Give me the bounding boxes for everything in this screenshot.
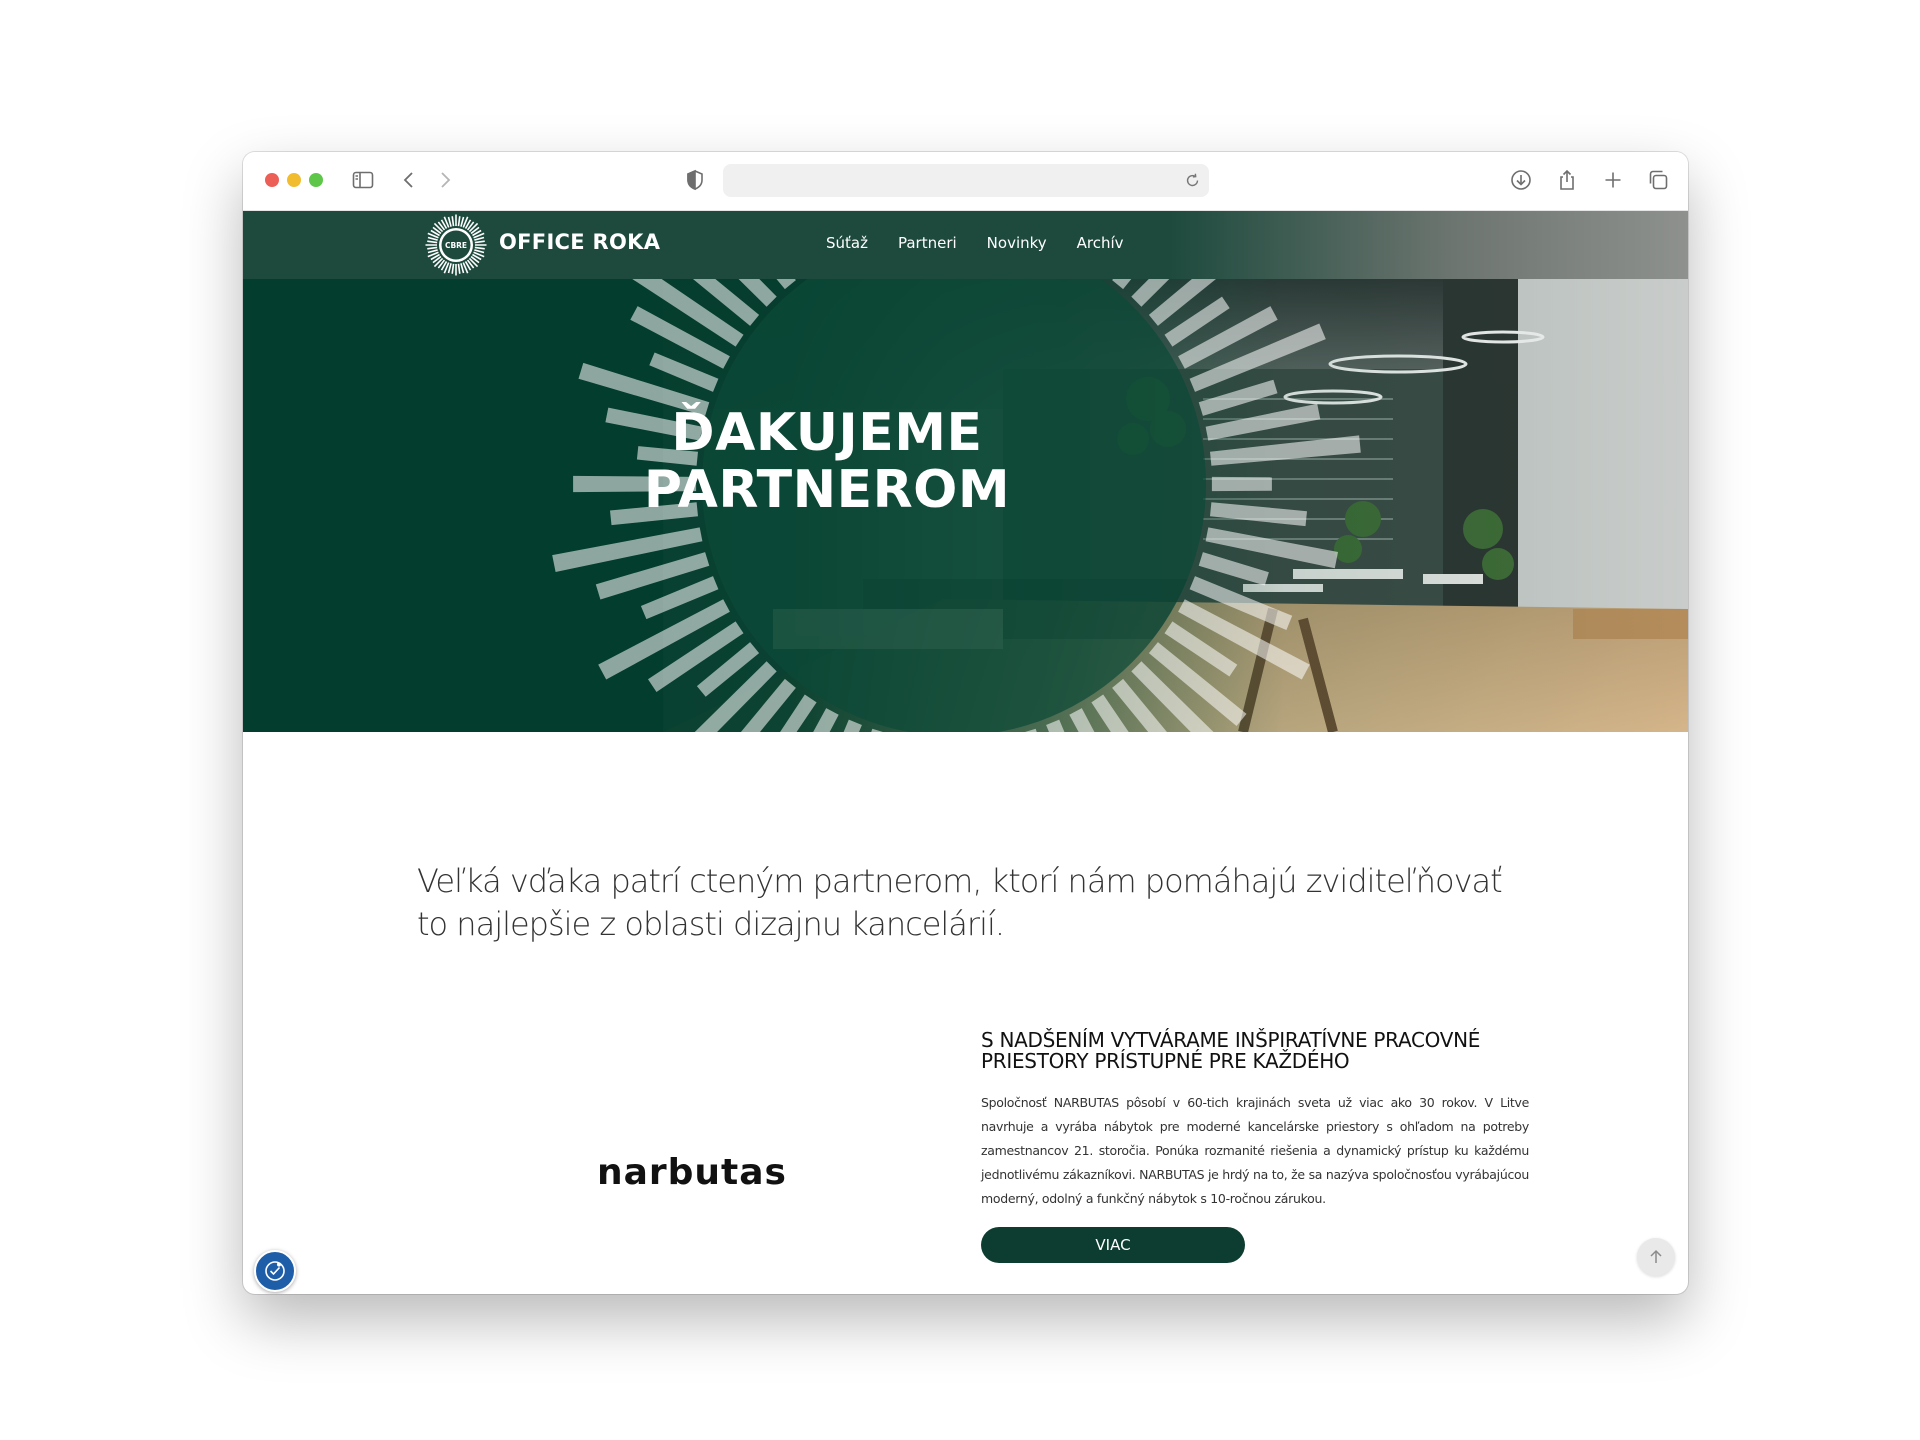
logo-ray xyxy=(460,216,465,227)
zoom-window-button[interactable] xyxy=(309,173,323,187)
logo-ray xyxy=(474,246,485,250)
logo-ray xyxy=(474,236,485,241)
logo-ray xyxy=(447,216,452,227)
logo-badge-text: CBRE xyxy=(445,241,467,250)
nav-item-partneri[interactable]: Partneri xyxy=(898,234,957,252)
sidebar-icon[interactable] xyxy=(351,168,375,192)
nav-item-sutaz[interactable]: Súťaž xyxy=(826,234,868,252)
logo-ray xyxy=(457,216,461,227)
logo-ray xyxy=(457,263,461,274)
reload-icon[interactable] xyxy=(1184,172,1201,189)
address-bar[interactable] xyxy=(723,164,1209,197)
logo-ray xyxy=(460,263,465,274)
back-icon[interactable] xyxy=(397,168,421,192)
accessibility-icon xyxy=(265,1261,285,1281)
close-window-button[interactable] xyxy=(265,173,279,187)
logo-ray xyxy=(474,240,485,244)
hero-title: ĎAKUJEME PARTNEROM xyxy=(243,405,1411,519)
narbutas-logo[interactable]: narbutas xyxy=(578,1152,806,1196)
accessibility-button[interactable] xyxy=(254,1250,296,1292)
logo-ray xyxy=(427,249,438,254)
logo-ray xyxy=(427,246,438,250)
browser-toolbar xyxy=(243,152,1688,211)
nav-item-novinky[interactable]: Novinky xyxy=(987,234,1047,252)
hero-banner: ĎAKUJEME PARTNEROM xyxy=(243,279,1688,732)
logo-ray xyxy=(474,249,485,254)
download-icon[interactable] xyxy=(1509,168,1533,192)
partner-heading: S NADŠENÍM VYTVÁRAME INŠPIRATÍVNE PRACOV… xyxy=(981,1028,1481,1073)
logo-ray xyxy=(447,263,452,274)
hero-title-line-2: PARTNEROM xyxy=(643,460,1011,520)
logo-ray xyxy=(427,240,438,244)
logo-ray xyxy=(451,216,455,227)
tabs-overview-icon[interactable] xyxy=(1646,168,1670,192)
nav-item-archiv[interactable]: Archív xyxy=(1077,234,1124,252)
header-photo-fade xyxy=(1168,211,1688,279)
more-button[interactable]: VIAC xyxy=(981,1227,1245,1263)
narbutas-logo-text: narbutas xyxy=(597,1152,787,1193)
minimize-window-button[interactable] xyxy=(287,173,301,187)
new-tab-icon[interactable] xyxy=(1601,168,1625,192)
logo-ray xyxy=(451,263,455,274)
site-header: CBRE OFFICE ROKA Súťaž Partneri Novinky … xyxy=(243,211,1688,279)
logo-ray xyxy=(427,236,438,241)
brand-name[interactable]: OFFICE ROKA xyxy=(499,230,660,254)
scroll-to-top-button[interactable] xyxy=(1637,1238,1675,1276)
shield-icon[interactable] xyxy=(683,168,707,192)
forward-icon[interactable] xyxy=(433,168,457,192)
hero-title-line-1: ĎAKUJEME xyxy=(671,403,983,463)
arrow-up-icon xyxy=(1650,1249,1662,1263)
intro-text: Veľká vďaka patrí cteným partnerom, ktor… xyxy=(417,862,1503,943)
partner-description: Spoločnosť NARBUTAS pôsobí v 60-tich kra… xyxy=(981,1095,1529,1206)
browser-window: CBRE OFFICE ROKA Súťaž Partneri Novinky … xyxy=(243,152,1688,1294)
main-nav: Súťaž Partneri Novinky Archív xyxy=(826,234,1124,252)
share-icon[interactable] xyxy=(1555,168,1579,192)
cbre-logo[interactable]: CBRE xyxy=(425,214,487,276)
